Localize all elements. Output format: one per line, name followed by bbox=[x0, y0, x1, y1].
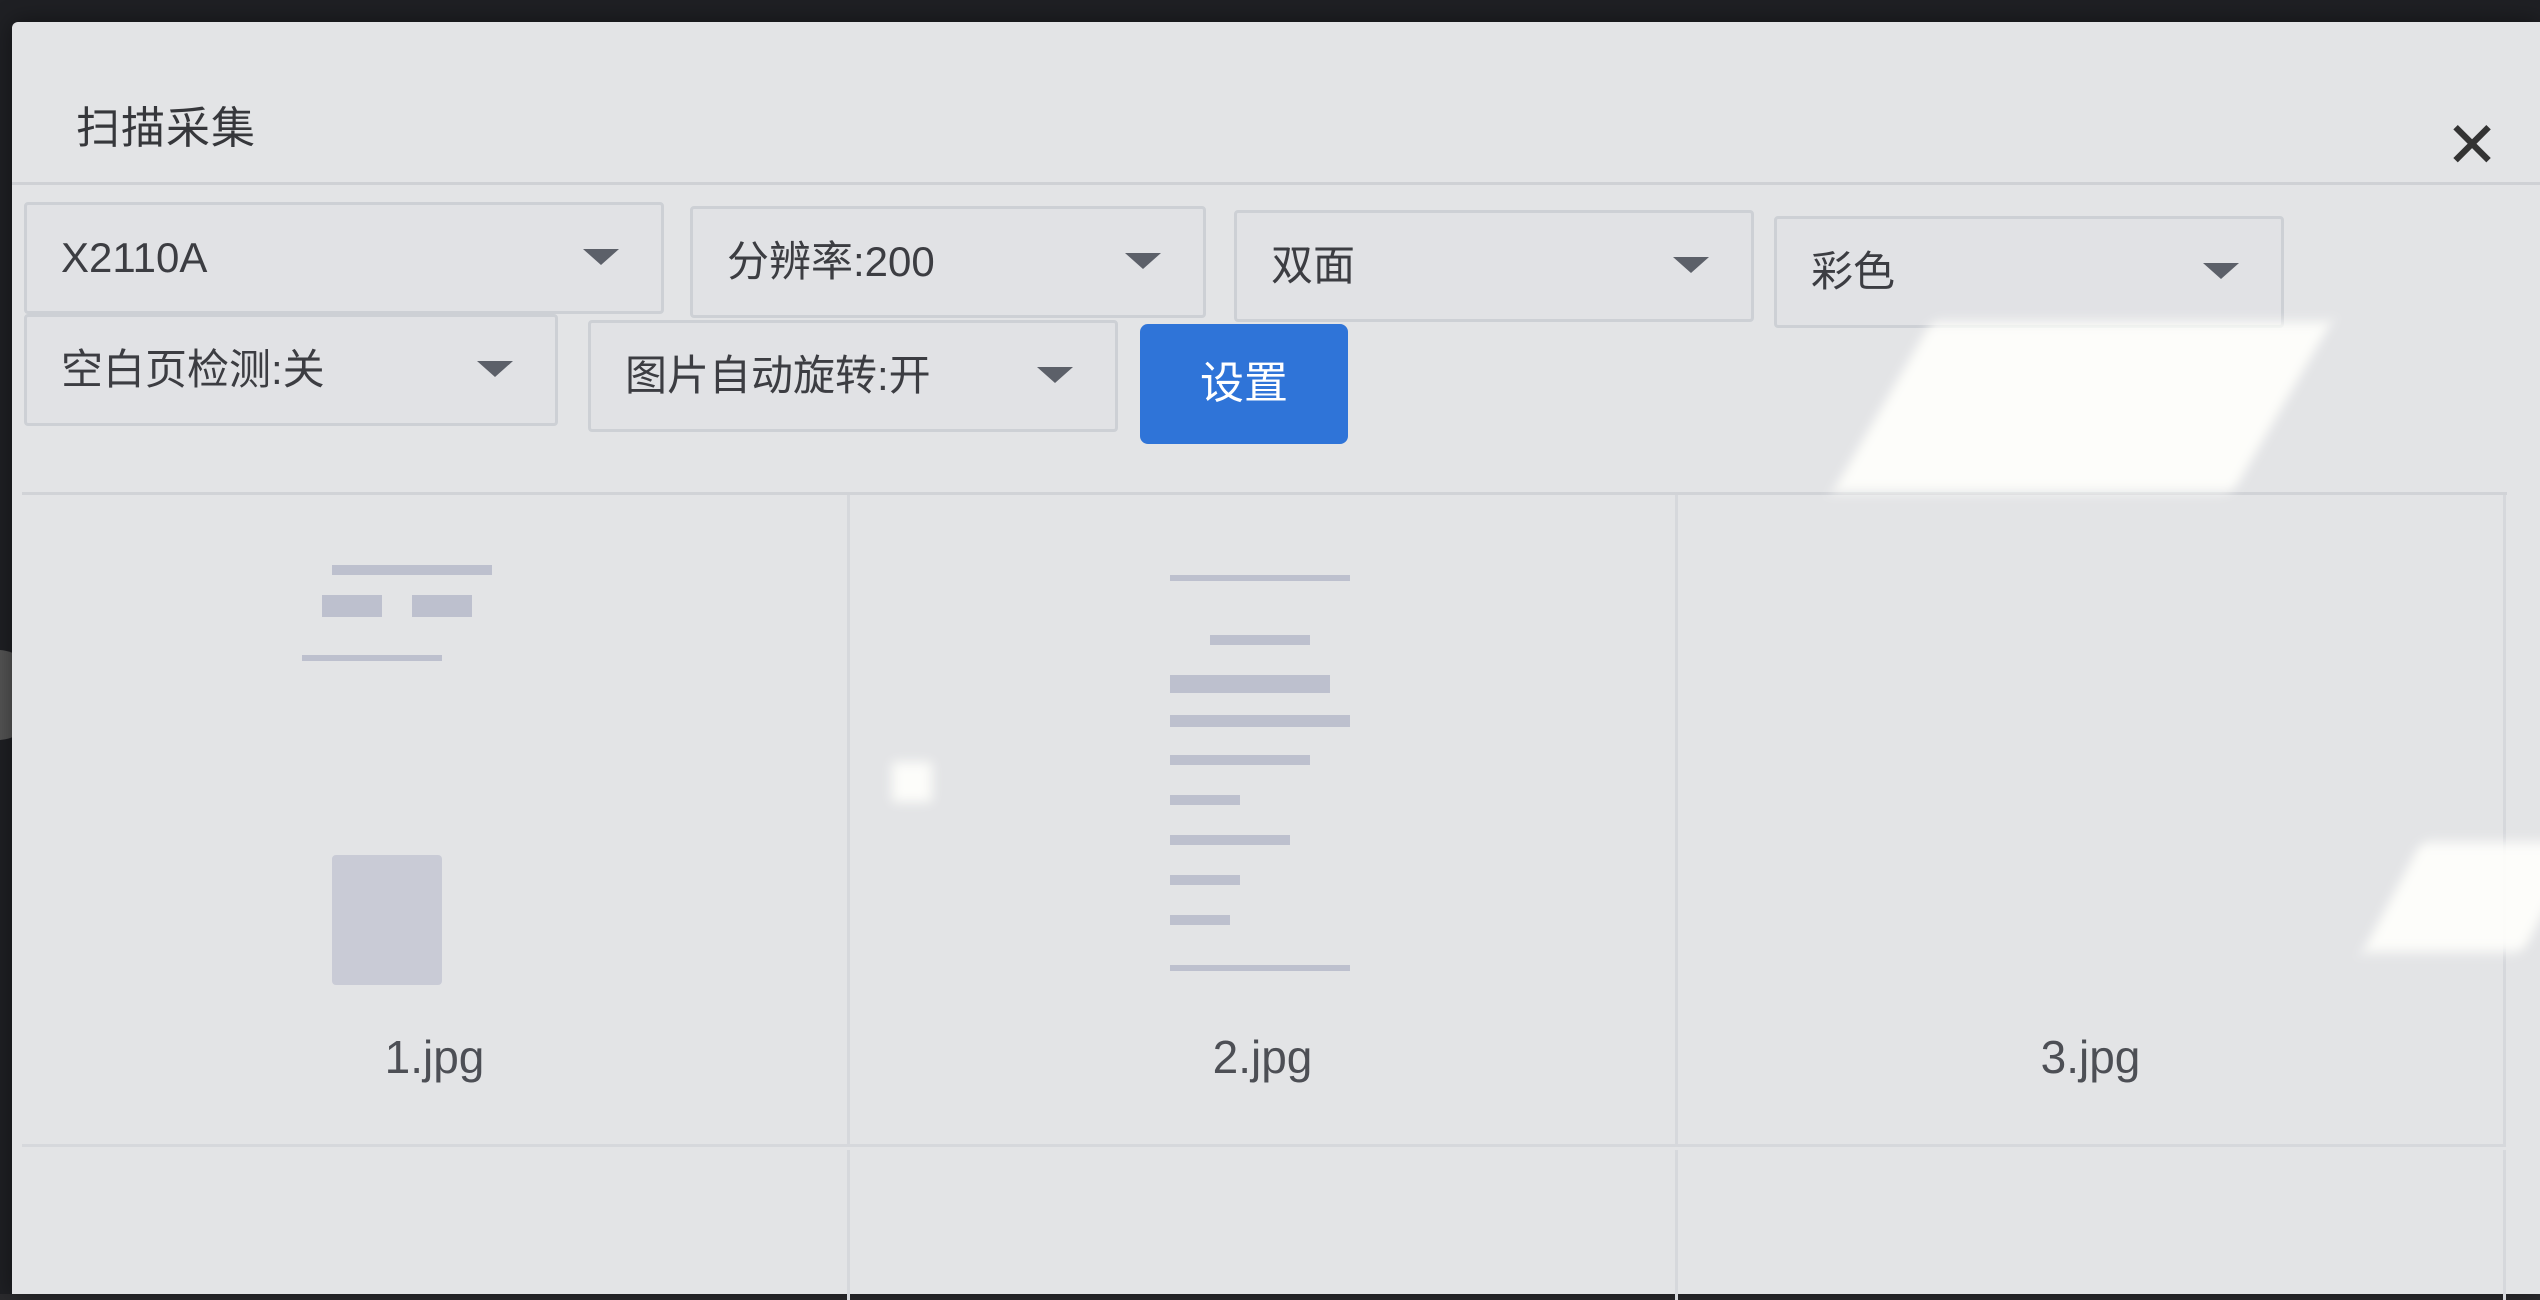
chevron-down-icon bbox=[477, 361, 513, 377]
image-tile-empty bbox=[1678, 1150, 2506, 1300]
scanned-image-grid: 1.jpg 2.jpg 3.jpg bbox=[22, 492, 2507, 1300]
chevron-down-icon bbox=[2203, 263, 2239, 279]
chevron-down-icon bbox=[1673, 257, 1709, 273]
image-tile-3[interactable]: 3.jpg bbox=[1678, 495, 2506, 1147]
blank-page-detect-select[interactable]: 空白页检测:关 bbox=[24, 314, 558, 426]
duplex-select-value: 双面 bbox=[1271, 242, 1356, 289]
blank-page-detect-value: 空白页检测:关 bbox=[61, 346, 325, 393]
resolution-select-value: 分辨率:200 bbox=[727, 238, 935, 285]
settings-button[interactable]: 设置 bbox=[1140, 324, 1348, 444]
screen-glare bbox=[892, 762, 932, 802]
chevron-down-icon bbox=[583, 249, 619, 265]
image-filename: 2.jpg bbox=[1212, 1031, 1313, 1083]
image-thumbnail bbox=[1170, 545, 1390, 1025]
image-tile-1[interactable]: 1.jpg bbox=[22, 495, 850, 1147]
chevron-down-icon bbox=[1037, 367, 1073, 383]
scan-capture-dialog: 扫描采集 ✕ X2110A 分辨率:200 双面 彩色 空白页检测:关 图片自动… bbox=[12, 22, 2540, 1300]
auto-rotate-select[interactable]: 图片自动旋转:开 bbox=[588, 320, 1118, 432]
dialog-title: 扫描采集 bbox=[76, 104, 256, 153]
image-filename: 3.jpg bbox=[2040, 1031, 2141, 1083]
color-mode-select[interactable]: 彩色 bbox=[1774, 216, 2284, 328]
color-mode-select-value: 彩色 bbox=[1811, 248, 1896, 295]
image-tile-2[interactable]: 2.jpg bbox=[850, 495, 1678, 1147]
image-thumbnail bbox=[302, 545, 522, 1025]
duplex-select[interactable]: 双面 bbox=[1234, 210, 1754, 322]
close-icon[interactable]: ✕ bbox=[2437, 110, 2507, 180]
auto-rotate-value: 图片自动旋转:开 bbox=[625, 352, 931, 399]
resolution-select[interactable]: 分辨率:200 bbox=[690, 206, 1206, 318]
image-tile-empty bbox=[22, 1150, 850, 1300]
image-filename: 1.jpg bbox=[384, 1031, 485, 1083]
scanner-select-value: X2110A bbox=[61, 234, 208, 281]
screen-background: 扫描采集 ✕ X2110A 分辨率:200 双面 彩色 空白页检测:关 图片自动… bbox=[0, 0, 2540, 1300]
screen-glare bbox=[1832, 322, 2332, 492]
scanner-select[interactable]: X2110A bbox=[24, 202, 664, 314]
dialog-titlebar: 扫描采集 ✕ bbox=[12, 22, 2540, 185]
image-tile-empty bbox=[850, 1150, 1678, 1300]
chevron-down-icon bbox=[1125, 253, 1161, 269]
